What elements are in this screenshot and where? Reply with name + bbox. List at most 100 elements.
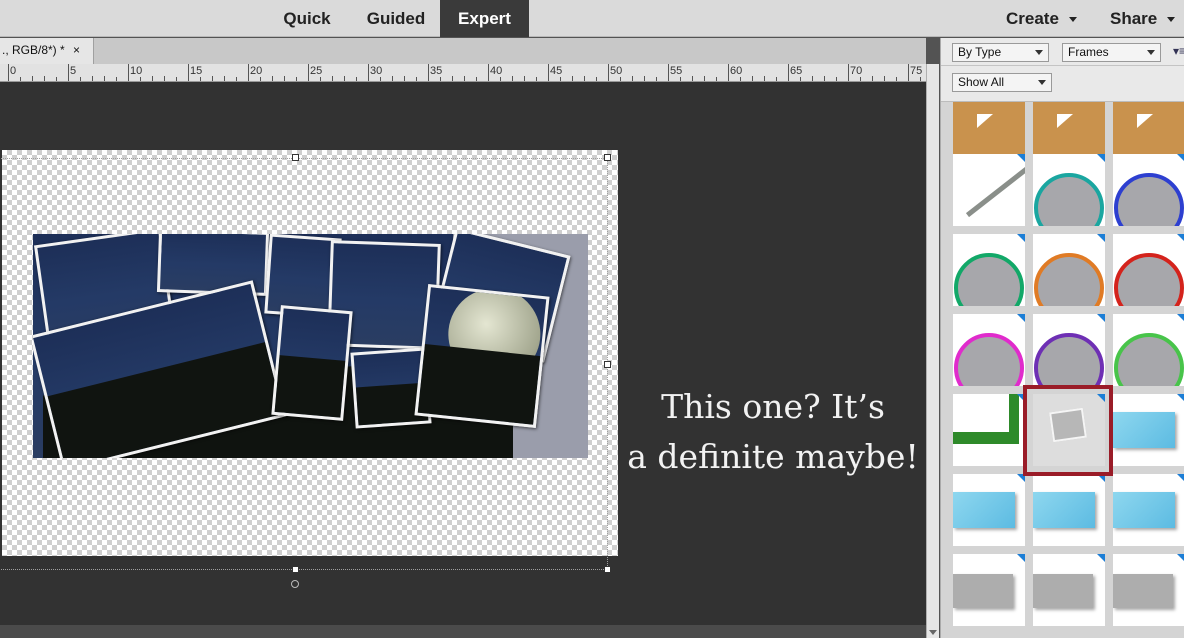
photo-frame[interactable] [271, 305, 353, 421]
document-tab-bar: ., RGB/8*) * × [0, 38, 926, 64]
ruler-minor-tick [560, 77, 561, 81]
share-menu[interactable]: Share [1110, 0, 1176, 37]
ruler-minor-tick [272, 76, 273, 81]
ring-swatch [1034, 173, 1104, 226]
frame-thumbnail-grid[interactable] [941, 101, 1184, 638]
ruler-minor-tick [824, 76, 825, 81]
leather-swatch [1057, 114, 1073, 128]
close-icon[interactable]: × [73, 38, 80, 62]
transform-handle[interactable] [292, 154, 299, 161]
mode-quick-tab[interactable]: Quick [262, 0, 352, 37]
grey-shadow-frame-thumbnail[interactable] [1033, 554, 1105, 626]
blue-ring-frame-thumbnail[interactable] [1113, 154, 1184, 226]
chevron-down-icon [1147, 50, 1155, 55]
chevron-down-icon [1038, 80, 1046, 85]
rotate-handle[interactable] [291, 580, 299, 588]
scroll-down-icon[interactable] [929, 630, 937, 635]
red-ring-frame-thumbnail[interactable] [1113, 234, 1184, 306]
ruler-minor-tick [872, 76, 873, 81]
type-filter-dropdown[interactable]: By Type [952, 43, 1049, 62]
cyan-shadow-frame-thumbnail[interactable] [953, 474, 1025, 546]
category-filter-dropdown[interactable]: Frames [1062, 43, 1161, 62]
ruler-label: 50 [610, 65, 623, 77]
stacked-photos-frame-thumbnail[interactable] [1033, 394, 1105, 466]
ruler-minor-tick [440, 77, 441, 81]
ruler-label: 65 [790, 65, 803, 77]
grey-curl-frame-thumbnail[interactable] [1113, 554, 1184, 626]
type-filter-value: By Type [958, 45, 1002, 59]
blue-swatch [953, 492, 1015, 528]
ruler-minor-tick [776, 77, 777, 81]
badge-corner-icon [1177, 474, 1184, 482]
ruler-minor-tick [212, 76, 213, 81]
ruler-minor-tick [656, 77, 657, 81]
ruler-minor-tick [740, 77, 741, 81]
mode-guided-tab[interactable]: Guided [352, 0, 440, 37]
purple-ring-frame-thumbnail[interactable] [1033, 314, 1105, 386]
panel-menu-icon[interactable]: ▾≡ [1173, 44, 1184, 58]
document-canvas[interactable] [2, 150, 618, 556]
ruler-minor-tick [812, 76, 813, 81]
transform-handle[interactable] [604, 361, 611, 368]
caption-line: This one? It’s [661, 387, 885, 426]
badge-corner-icon [1017, 394, 1025, 402]
ruler-minor-tick [692, 76, 693, 81]
ruler-major-tick [488, 64, 489, 81]
ruler-major-tick [548, 64, 549, 81]
ruler-minor-tick [260, 77, 261, 81]
blue-tilted-frame-thumbnail[interactable] [1113, 474, 1184, 546]
orange-ring-frame-thumbnail[interactable] [1033, 234, 1105, 306]
branch-swatch [965, 163, 1025, 218]
transform-handle[interactable] [292, 566, 299, 573]
ruler-minor-tick [644, 76, 645, 81]
ruler-minor-tick [416, 77, 417, 81]
teal-ring-frame-thumbnail[interactable] [1033, 154, 1105, 226]
create-menu-label: Create [1006, 9, 1059, 28]
badge-corner-icon [1097, 474, 1105, 482]
ruler-minor-tick [836, 77, 837, 81]
ruler-major-tick [68, 64, 69, 81]
mode-expert-tab[interactable]: Expert [440, 0, 529, 37]
grey-swatch [1033, 574, 1093, 608]
green-ring-frame-thumbnail[interactable] [953, 234, 1025, 306]
share-menu-label: Share [1110, 9, 1158, 28]
ruler-major-tick [308, 64, 309, 81]
badge-corner-icon [1177, 554, 1184, 562]
leaf-garland-frame-thumbnail[interactable] [953, 394, 1025, 466]
horizontal-scrollbar[interactable] [0, 625, 926, 638]
blue-gradient-frame-thumbnail[interactable] [1033, 474, 1105, 546]
ruler-minor-tick [380, 77, 381, 81]
chevron-down-icon [1035, 50, 1043, 55]
ring-swatch [954, 333, 1024, 386]
transform-handle[interactable] [604, 566, 611, 573]
ruler-minor-tick [680, 77, 681, 81]
ruler-minor-tick [752, 76, 753, 81]
ruler-minor-tick [56, 77, 57, 81]
lime-ring-frame-thumbnail[interactable] [1113, 314, 1184, 386]
ruler-minor-tick [476, 77, 477, 81]
badge-corner-icon [1097, 394, 1105, 402]
badge-corner-icon [1097, 154, 1105, 162]
photo-frame[interactable] [414, 283, 550, 429]
ruler-minor-tick [620, 77, 621, 81]
vertical-scrollbar[interactable] [926, 64, 939, 638]
cyan-rect-frame-thumbnail[interactable] [1113, 394, 1184, 466]
show-all-dropdown[interactable]: Show All [952, 73, 1052, 92]
ruler-minor-tick [800, 77, 801, 81]
canvas-workspace[interactable]: This one? It’s a definite maybe! [0, 82, 926, 625]
badge-corner-icon [1017, 154, 1025, 162]
caption-line: a definite maybe! [627, 437, 919, 476]
silver-branch-frame-thumbnail[interactable] [953, 154, 1025, 226]
transform-handle[interactable] [604, 154, 611, 161]
grey-photo-frame-thumbnail[interactable] [953, 554, 1025, 626]
document-tab[interactable]: ., RGB/8*) * × [0, 38, 94, 64]
ruler-minor-tick [524, 76, 525, 81]
badge-corner-icon [1097, 554, 1105, 562]
stack-swatch [1049, 407, 1087, 443]
ruler-label: 0 [10, 65, 17, 77]
magenta-ring-frame-thumbnail[interactable] [953, 314, 1025, 386]
create-menu[interactable]: Create [1006, 0, 1077, 37]
ruler-minor-tick [224, 76, 225, 81]
photo-collage[interactable] [33, 234, 588, 458]
ruler-label: 10 [130, 65, 143, 77]
